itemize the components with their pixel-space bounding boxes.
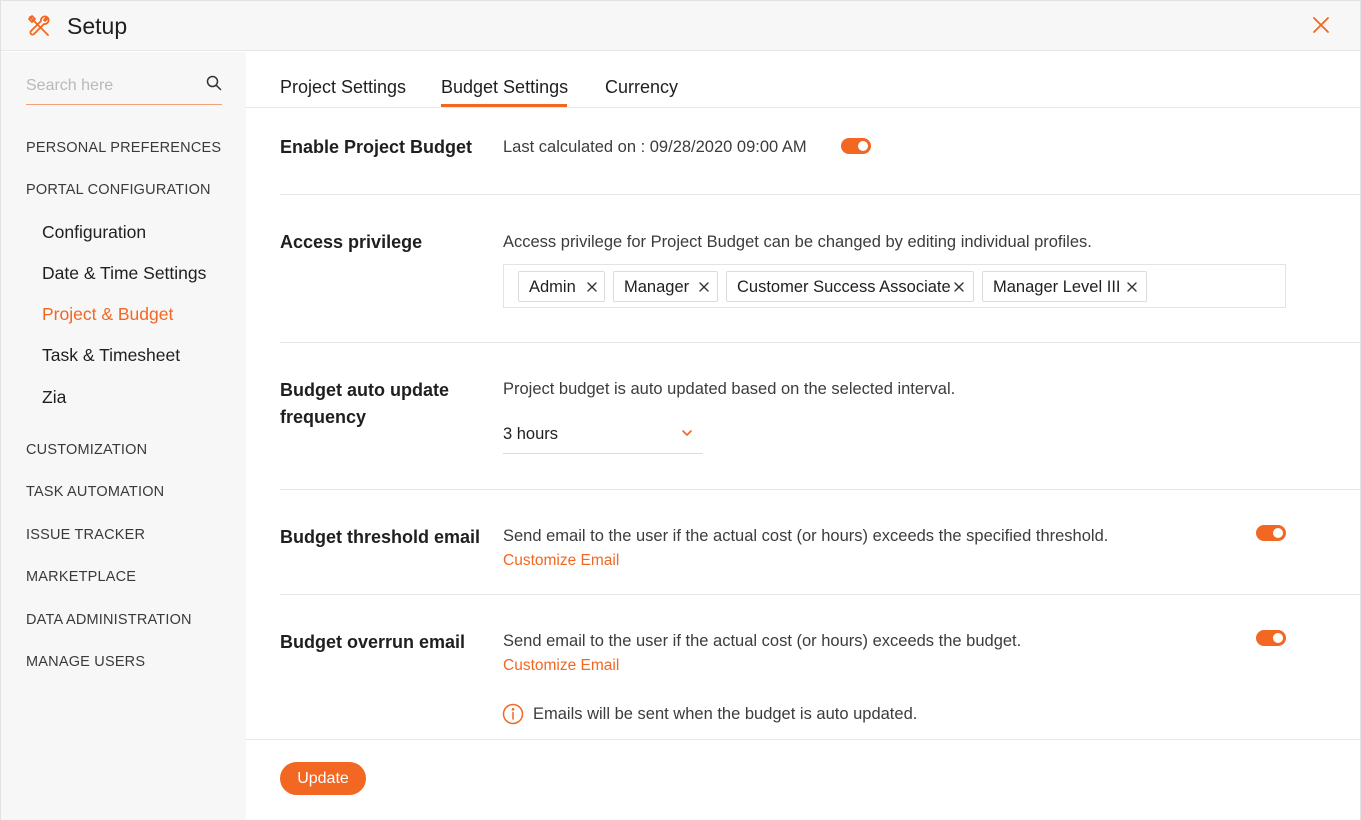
toggle-knob bbox=[1273, 528, 1283, 538]
threshold-email-toggle[interactable] bbox=[1256, 525, 1286, 541]
remove-icon[interactable] bbox=[1125, 280, 1139, 294]
setup-window: Setup PERSONAL PREFERENCES PORTAL CONFIG… bbox=[0, 0, 1361, 820]
sidebar-item-configuration[interactable]: Configuration bbox=[42, 222, 146, 243]
header-bar: Setup bbox=[1, 1, 1360, 51]
chip-label: Manager Level III bbox=[993, 278, 1121, 296]
auto-update-label: Budget auto update bbox=[280, 380, 449, 400]
tab-budget-settings[interactable]: Budget Settings bbox=[441, 77, 568, 98]
divider bbox=[280, 194, 1360, 195]
sidebar: PERSONAL PREFERENCES PORTAL CONFIGURATIO… bbox=[1, 52, 246, 820]
chip-label: Customer Success Associate bbox=[737, 278, 951, 296]
customize-email-link[interactable]: Customize Email bbox=[503, 657, 619, 675]
tab-project-settings[interactable]: Project Settings bbox=[280, 77, 406, 98]
remove-icon[interactable] bbox=[697, 280, 711, 294]
sidebar-section-task-automation[interactable]: TASK AUTOMATION bbox=[26, 484, 164, 500]
sidebar-section-data-administration[interactable]: DATA ADMINISTRATION bbox=[26, 612, 192, 628]
close-icon[interactable] bbox=[1311, 15, 1331, 35]
tab-bar: Project Settings Budget Settings Currenc… bbox=[246, 52, 1360, 108]
chip-label: Manager bbox=[624, 278, 690, 296]
frequency-select[interactable]: 3 hours bbox=[503, 414, 703, 454]
search-input[interactable] bbox=[26, 74, 196, 98]
sidebar-section-portal-configuration[interactable]: PORTAL CONFIGURATION bbox=[26, 182, 211, 198]
overrun-email-label: Budget overrun email bbox=[280, 632, 466, 652]
toggle-knob bbox=[1273, 633, 1283, 643]
chip-label: Admin bbox=[529, 278, 576, 296]
access-privilege-description: Access privilege for Project Budget can … bbox=[503, 233, 1092, 251]
last-calculated-text: Last calculated on : 09/28/2020 09:00 AM bbox=[503, 138, 807, 156]
tools-icon bbox=[28, 15, 50, 36]
enable-budget-label: Enable Project Budget bbox=[280, 137, 473, 157]
sidebar-item-zia[interactable]: Zia bbox=[42, 387, 66, 408]
update-button[interactable]: Update bbox=[280, 762, 366, 795]
profiles-field[interactable]: Admin Manager Customer Success Associate… bbox=[503, 264, 1286, 308]
divider bbox=[280, 489, 1360, 490]
info-note: Emails will be sent when the budget is a… bbox=[533, 705, 918, 723]
customize-email-link[interactable]: Customize Email bbox=[503, 552, 619, 570]
main-content: Project Settings Budget Settings Currenc… bbox=[246, 52, 1360, 820]
active-tab-indicator bbox=[441, 104, 567, 107]
sidebar-section-issue-tracker[interactable]: ISSUE TRACKER bbox=[26, 527, 145, 543]
page-title: Setup bbox=[67, 13, 128, 39]
sidebar-section-marketplace[interactable]: MARKETPLACE bbox=[26, 569, 136, 585]
threshold-email-label: Budget threshold email bbox=[280, 527, 481, 547]
footer-divider bbox=[246, 739, 1360, 740]
remove-icon[interactable] bbox=[585, 280, 599, 294]
overrun-email-description: Send email to the user if the actual cos… bbox=[503, 632, 1022, 650]
threshold-email-description: Send email to the user if the actual cos… bbox=[503, 527, 1109, 545]
frequency-value: 3 hours bbox=[503, 425, 559, 443]
sidebar-item-date-time-settings[interactable]: Date & Time Settings bbox=[42, 263, 206, 284]
profile-chip-customer-success-associate: Customer Success Associate bbox=[726, 271, 974, 302]
sidebar-section-customization[interactable]: CUSTOMIZATION bbox=[26, 442, 147, 458]
sidebar-item-task-timesheet[interactable]: Task & Timesheet bbox=[42, 345, 180, 366]
chevron-down-icon bbox=[682, 430, 692, 436]
profile-chip-manager: Manager bbox=[613, 271, 718, 302]
remove-icon[interactable] bbox=[952, 280, 966, 294]
auto-update-description: Project budget is auto updated based on … bbox=[503, 380, 956, 398]
toggle-knob bbox=[858, 141, 868, 151]
divider bbox=[280, 342, 1360, 343]
overrun-email-toggle[interactable] bbox=[1256, 630, 1286, 646]
access-privilege-label: Access privilege bbox=[280, 232, 423, 252]
tab-currency[interactable]: Currency bbox=[605, 77, 678, 98]
profile-chip-manager-level-iii: Manager Level III bbox=[982, 271, 1147, 302]
profile-chip-admin: Admin bbox=[518, 271, 605, 302]
search-icon[interactable] bbox=[206, 75, 222, 91]
sidebar-item-project-budget[interactable]: Project & Budget bbox=[42, 304, 173, 325]
sidebar-section-manage-users[interactable]: MANAGE USERS bbox=[26, 654, 145, 670]
auto-update-label-line2: frequency bbox=[280, 407, 367, 427]
sidebar-section-personal-preferences[interactable]: PERSONAL PREFERENCES bbox=[26, 140, 221, 156]
divider bbox=[280, 594, 1360, 595]
search-box bbox=[26, 72, 222, 105]
enable-budget-toggle[interactable] bbox=[841, 138, 871, 154]
info-icon bbox=[502, 703, 524, 725]
